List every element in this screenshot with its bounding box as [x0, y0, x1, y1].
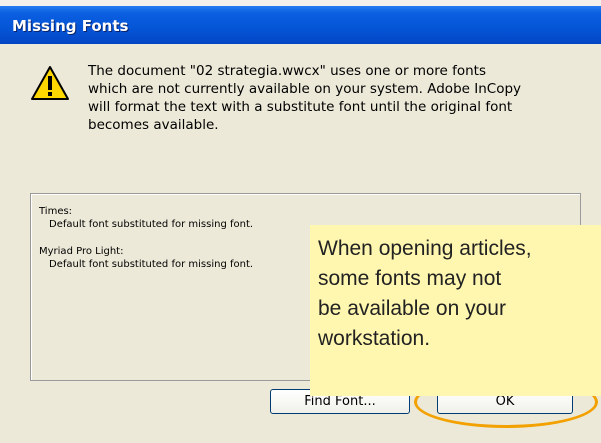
title-bar-strip [0, 0, 601, 6]
callout-line: When opening articles, [318, 237, 532, 260]
window-title: Missing Fonts [12, 17, 129, 35]
message-line: which are not currently available on you… [88, 81, 522, 97]
message-line: The document "02 strategia.wwcx" uses on… [88, 63, 486, 79]
callout-line: be available on your [318, 297, 506, 320]
font-name: Myriad Pro Light: [39, 246, 124, 257]
list-item: Times: Default font substituted for miss… [39, 205, 253, 231]
warning-triangle-icon [31, 66, 69, 100]
warning-message: The document "02 strategia.wwcx" uses on… [88, 62, 588, 134]
font-name: Times: [39, 206, 73, 217]
font-substitution-note: Default font substituted for missing fon… [49, 259, 254, 270]
callout-line: some fonts may not [318, 267, 502, 290]
callout-line: workstation. [318, 327, 431, 350]
message-line: becomes available. [88, 117, 219, 133]
title-bar: Missing Fonts [0, 0, 601, 44]
font-substitution-note: Default font substituted for missing fon… [49, 219, 254, 230]
list-item: Myriad Pro Light: Default font substitut… [39, 245, 253, 271]
dialog-body: The document "02 strategia.wwcx" uses on… [0, 44, 601, 443]
message-line: will format the text with a substitute f… [88, 99, 513, 115]
tutorial-callout: When opening articles, some fonts may no… [310, 225, 601, 396]
